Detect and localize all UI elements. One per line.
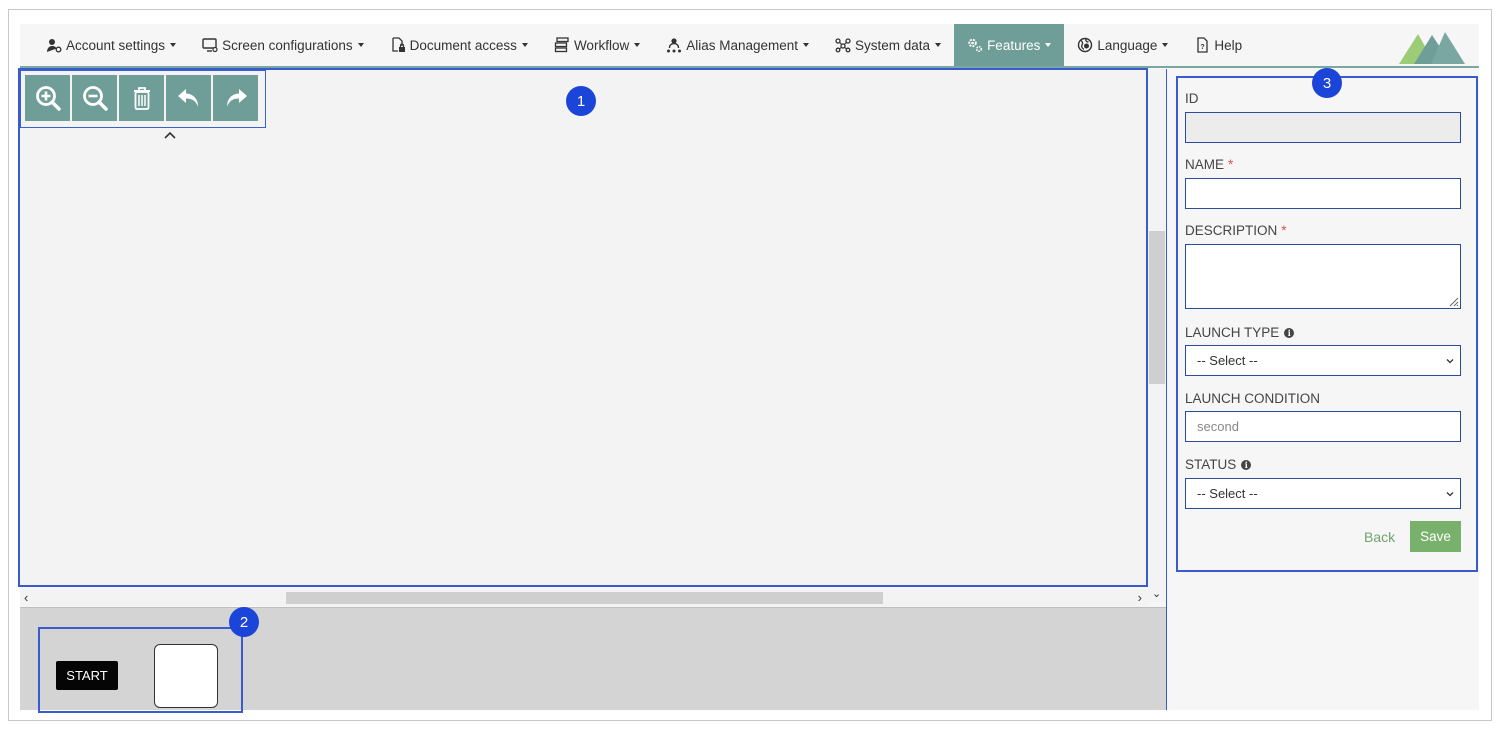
launch-condition-label: LAUNCH CONDITION — [1185, 391, 1320, 406]
feature-form: ID NAME * DESCRIPTION * LAUNCH TYPE i -- Se… — [1176, 76, 1478, 572]
annotation-badge-2: 2 — [229, 607, 259, 637]
status-label-text: STATUS — [1185, 457, 1237, 472]
trash-icon — [133, 87, 150, 110]
globe-icon — [1078, 37, 1093, 53]
redo-button[interactable] — [213, 75, 258, 121]
zoom-in-button[interactable] — [25, 75, 70, 121]
nodes-icon — [835, 38, 851, 53]
canvas-vertical-scrollbar[interactable]: ⌄ — [1148, 69, 1166, 602]
nav-label: Account settings — [66, 37, 166, 53]
launch-condition-label-text: LAUNCH CONDITION — [1185, 391, 1321, 406]
start-node[interactable]: START — [56, 661, 118, 690]
chevron-down-icon — [1446, 359, 1454, 364]
workflow-icon — [554, 37, 569, 53]
status-select[interactable]: -- Select -- — [1185, 478, 1461, 509]
required-mark: * — [1281, 223, 1287, 238]
name-label-text: NAME — [1185, 157, 1225, 172]
info-icon[interactable]: i — [1284, 327, 1295, 338]
description-field[interactable] — [1185, 244, 1461, 309]
launch-type-label-text: LAUNCH TYPE — [1185, 325, 1280, 340]
scroll-down-icon[interactable]: ⌄ — [1152, 587, 1161, 600]
gears-icon — [968, 38, 983, 53]
nav-language[interactable]: Language — [1064, 24, 1181, 66]
delete-button[interactable] — [119, 75, 164, 121]
nav-label: Language — [1097, 37, 1158, 53]
undo-icon — [177, 89, 198, 107]
nav-label: Screen configurations — [222, 37, 353, 53]
nav-help[interactable]: ? Help — [1181, 24, 1255, 66]
caret-down-icon — [170, 43, 177, 47]
scrollbar-thumb[interactable] — [1149, 231, 1165, 384]
caret-down-icon — [1045, 43, 1052, 47]
launch-type-select[interactable]: -- Select -- — [1185, 345, 1461, 376]
nav-label: Features — [987, 37, 1041, 53]
nav-account-settings[interactable]: Account settings — [20, 24, 189, 66]
scroll-right-icon[interactable]: › — [1138, 590, 1142, 605]
app-window: Account settings Screen configurations D… — [18, 24, 1479, 713]
canvas-horizontal-scrollbar[interactable]: ‹ › — [20, 590, 1148, 606]
zoom-out-icon — [82, 86, 108, 111]
info-icon[interactable]: i — [1241, 459, 1252, 470]
svg-text:?: ? — [1201, 44, 1205, 51]
caret-down-icon — [1162, 43, 1169, 47]
workflow-canvas[interactable] — [20, 69, 1148, 586]
launch-type-selected: -- Select -- — [1197, 353, 1258, 368]
brand-logo — [1399, 32, 1465, 64]
description-label: DESCRIPTION * — [1185, 223, 1287, 238]
nav-label: Help — [1214, 37, 1243, 53]
zoom-out-button[interactable] — [72, 75, 117, 121]
node-palette: START — [20, 607, 1166, 713]
launch-condition-field[interactable] — [1185, 411, 1461, 442]
nav-features[interactable]: Features — [954, 24, 1065, 66]
caret-down-icon — [634, 43, 641, 47]
launch-type-label: LAUNCH TYPE i — [1185, 325, 1295, 340]
canvas-toolbar — [20, 70, 266, 128]
network-user-icon — [667, 38, 682, 53]
scroll-left-icon[interactable]: ‹ — [24, 590, 28, 605]
undo-button[interactable] — [166, 75, 211, 121]
nav-workflow[interactable]: Workflow — [541, 24, 653, 66]
save-button[interactable]: Save — [1410, 521, 1461, 552]
annotation-badge-3: 3 — [1312, 68, 1342, 98]
nav-system-data[interactable]: System data — [822, 24, 954, 66]
resize-grip-icon[interactable] — [1447, 295, 1459, 307]
id-label: ID — [1185, 91, 1199, 106]
zoom-in-icon — [35, 86, 61, 111]
monitor-gear-icon — [202, 38, 218, 53]
task-node[interactable] — [154, 644, 218, 708]
nav-label: Workflow — [573, 37, 630, 53]
scrollbar-thumb[interactable] — [286, 592, 883, 604]
user-gear-icon — [47, 39, 62, 53]
panel-divider — [1166, 69, 1167, 710]
annotation-badge-1: 1 — [566, 86, 596, 116]
nav-label: Alias Management — [686, 37, 799, 53]
back-button[interactable]: Back — [1364, 521, 1395, 552]
nav-label: Document access — [409, 37, 517, 53]
id-field — [1185, 112, 1461, 143]
main-nav: Account settings Screen configurations D… — [20, 24, 1479, 68]
caret-down-icon — [803, 43, 810, 47]
caret-down-icon — [521, 43, 528, 47]
caret-down-icon — [935, 43, 942, 47]
nav-document-access[interactable]: Document access — [377, 24, 541, 66]
redo-icon — [226, 89, 247, 107]
nav-screen-configurations[interactable]: Screen configurations — [189, 24, 377, 66]
id-label-text: ID — [1185, 91, 1199, 106]
status-label: STATUS i — [1185, 457, 1252, 472]
chevron-up-icon[interactable] — [162, 128, 178, 142]
chevron-down-icon — [1446, 492, 1454, 497]
name-label: NAME * — [1185, 157, 1233, 172]
document-lock-icon — [391, 37, 405, 52]
required-mark: * — [1228, 157, 1234, 172]
nav-label: System data — [855, 37, 931, 53]
caret-down-icon — [357, 43, 364, 47]
help-document-icon: ? — [1197, 37, 1209, 53]
status-selected: -- Select -- — [1197, 486, 1258, 501]
description-label-text: DESCRIPTION — [1185, 223, 1278, 238]
nav-alias-management[interactable]: Alias Management — [653, 24, 822, 66]
name-field[interactable] — [1185, 178, 1461, 209]
